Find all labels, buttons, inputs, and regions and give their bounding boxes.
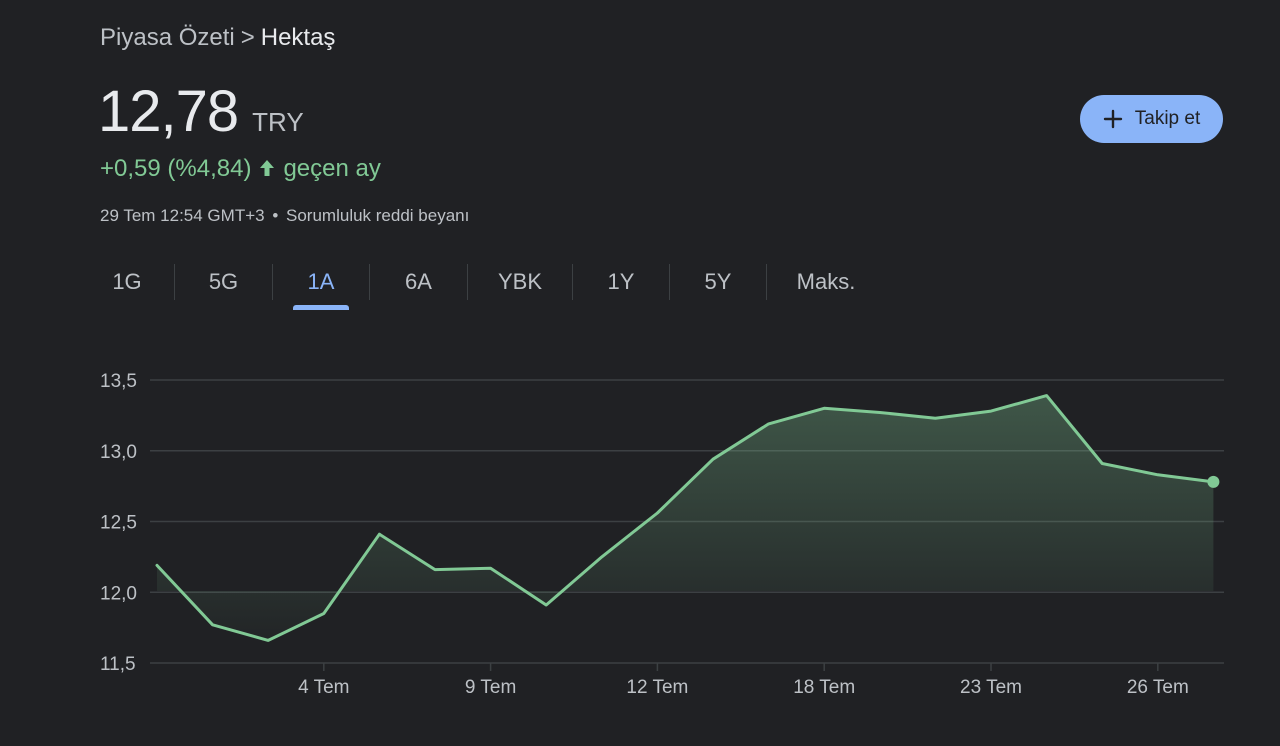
y-tick-label: 13,0 xyxy=(100,442,137,463)
tab-1g[interactable]: 1G xyxy=(80,262,174,302)
x-tick-label: 9 Tem xyxy=(465,677,516,698)
x-tick-label: 4 Tem xyxy=(298,677,349,698)
change-period: geçen ay xyxy=(283,155,381,182)
breadcrumb: Piyasa Özeti > Hektaş xyxy=(100,24,335,52)
follow-button-label: Takip et xyxy=(1134,108,1201,129)
tab-ybk[interactable]: YBK xyxy=(468,262,572,302)
tab-label: 5Y xyxy=(704,269,732,294)
tab-label: 6A xyxy=(405,269,432,294)
y-tick-label: 12,5 xyxy=(100,513,137,534)
tab-label: YBK xyxy=(497,269,543,294)
tab-label: 5G xyxy=(208,269,239,294)
quote-timestamp: 29 Tem 12:54 GMT+3 xyxy=(100,206,265,225)
tab-5g[interactable]: 5G xyxy=(175,262,272,302)
latest-price-dot xyxy=(1207,475,1220,488)
currency-code: TRY xyxy=(252,107,304,137)
follow-button[interactable]: Takip et xyxy=(1080,95,1223,143)
tab-5y[interactable]: 5Y xyxy=(670,262,766,302)
breadcrumb-separator: > xyxy=(240,24,255,51)
current-price: 12,78 xyxy=(98,79,239,144)
tab-label: 1G xyxy=(112,269,142,294)
plus-icon xyxy=(1103,109,1122,129)
arrow-up-icon xyxy=(257,157,279,181)
price-change: +0,59 (%4,84) xyxy=(100,155,252,182)
stock-summary-page: Piyasa Özeti > Hektaş 12,78 TRY +0,59 (%4,… xyxy=(0,0,1280,746)
tab-1a[interactable]: 1A xyxy=(273,262,369,302)
quote-meta: 29 Tem 12:54 GMT+3 • Sorumluluk reddi be… xyxy=(100,206,469,226)
price-area xyxy=(157,395,1214,641)
y-tick-label: 12,0 xyxy=(100,583,137,604)
breadcrumb-parent-link[interactable]: Piyasa Özeti xyxy=(100,24,235,51)
tab-maks[interactable]: Maks. xyxy=(767,262,885,302)
x-tick-label: 23 Tem xyxy=(960,677,1022,698)
tab-label: 1Y xyxy=(607,269,635,294)
price-row: 12,78 TRY xyxy=(98,78,304,145)
meta-separator: • xyxy=(272,206,279,225)
price-change-row: +0,59 (%4,84) geçen ay xyxy=(100,155,381,183)
x-tick-label: 18 Tem xyxy=(793,677,855,698)
range-tabs: 1G 5G 1A 6A YBK 1Y 5Y Maks. xyxy=(80,262,885,302)
y-tick-label: 11,5 xyxy=(100,654,136,675)
x-tick-label: 12 Tem xyxy=(626,677,688,698)
disclaimer-link[interactable]: Sorumluluk reddi beyanı xyxy=(286,206,469,225)
x-tick-label: 26 Tem xyxy=(1127,677,1189,698)
tab-label: 1A xyxy=(307,269,335,294)
price-chart[interactable]: 11,5 12,0 12,5 13,0 13,5 4 Tem 9 Tem 12 Tem 18 T… xyxy=(0,340,1280,720)
tab-1y[interactable]: 1Y xyxy=(573,262,669,302)
tab-6a[interactable]: 6A xyxy=(370,262,467,302)
tab-label: Maks. xyxy=(796,269,856,294)
y-tick-label: 13,5 xyxy=(100,371,137,392)
breadcrumb-current: Hektaş xyxy=(260,24,336,51)
